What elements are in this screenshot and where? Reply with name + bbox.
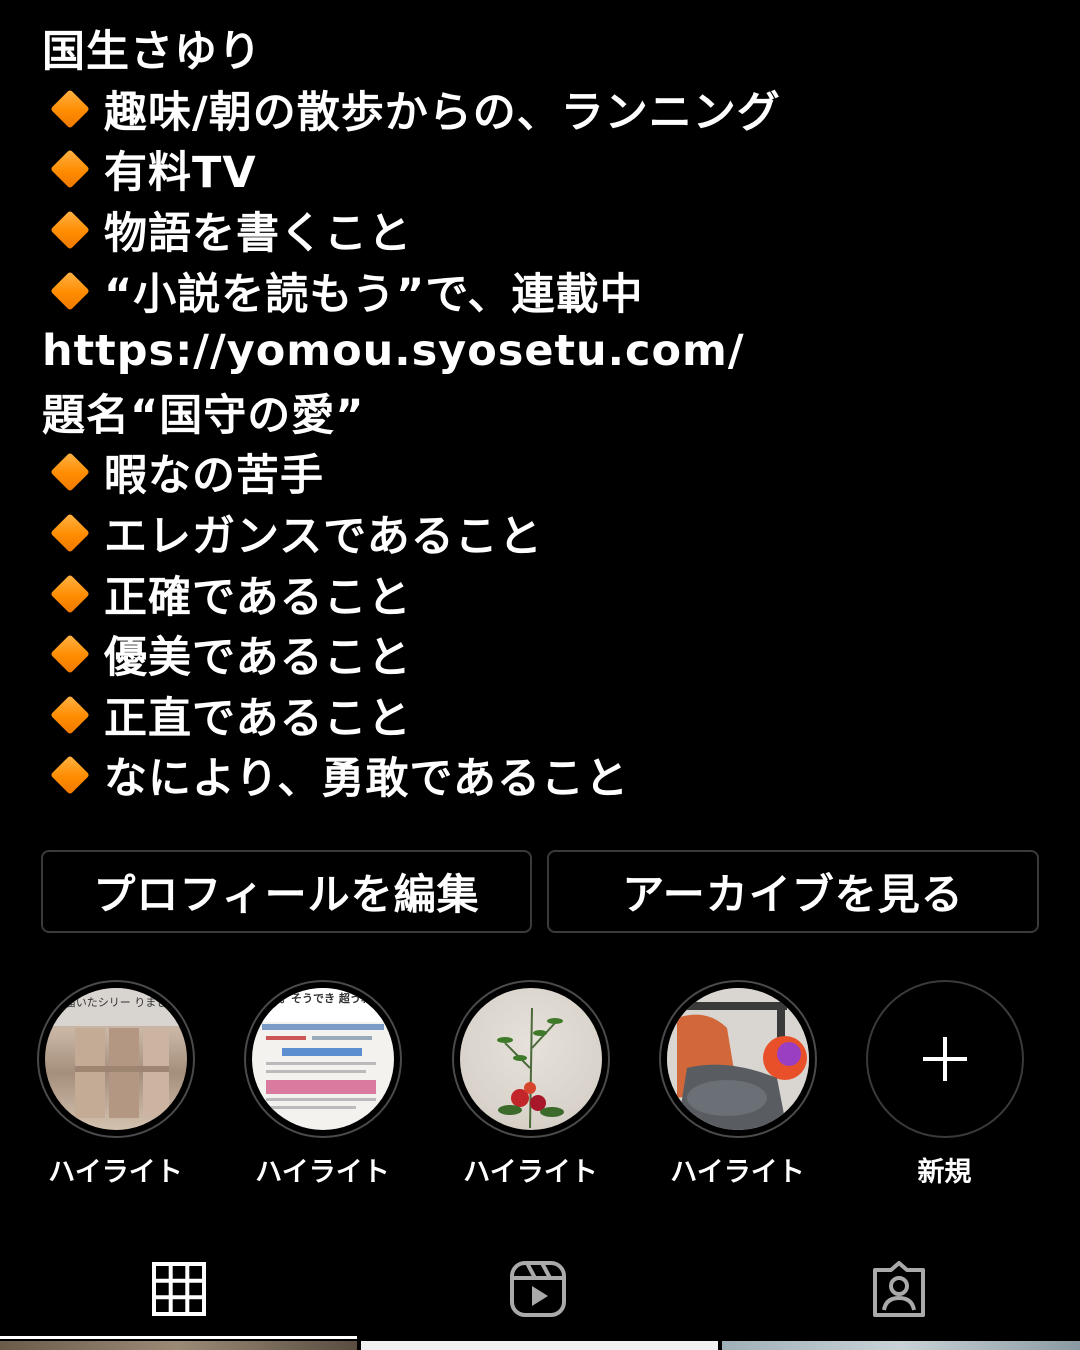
highlight-thumbnail-art <box>666 988 809 1130</box>
highlight-thumbnail-art <box>496 1007 564 1129</box>
bio-line-text: 暇なの苦手 <box>104 451 324 502</box>
highlight-ring: す。そうでき 超うれしい <box>243 980 402 1138</box>
highlight-label: ハイライト <box>255 1157 390 1188</box>
orange-diamond-icon <box>50 695 90 735</box>
bio-line: 有料TV <box>42 139 1042 200</box>
highlight-thumbnail-art: す。そうでき 超うれしい <box>251 988 394 1109</box>
bio-line-text: 物語を書くこと <box>104 209 412 260</box>
orange-diamond-icon <box>50 210 90 250</box>
bio-line-text: 有料TV <box>104 148 257 199</box>
tab-reels[interactable] <box>503 1254 573 1324</box>
orange-diamond-icon <box>50 755 90 796</box>
view-archive-button[interactable]: アーカイブを見る <box>547 850 1039 933</box>
highlight-thumb-caption: は届いたシリー りました <box>53 996 178 1009</box>
orange-diamond-icon <box>50 149 90 190</box>
tagged-person-icon <box>873 1261 925 1317</box>
bio-line-text: 題名“国守の愛” <box>42 390 365 441</box>
bio-line-text: 趣味/朝の散歩からの、ランニング <box>104 87 781 138</box>
highlight-item[interactable]: ハイライト <box>448 980 613 1189</box>
profile-bio: 国生さゆり 趣味/朝の散歩からの、ランニング 有料TV 物語を書くこと “小説を… <box>42 18 1042 806</box>
bio-link-line[interactable]: https://yomou.syosetu.com/ <box>42 321 1042 382</box>
highlight-label: ハイライト <box>48 1157 183 1188</box>
grid-post-thumbnail[interactable] <box>361 1341 718 1350</box>
bio-line: エレガンスであること <box>42 503 1042 564</box>
bio-line-text: なにより、勇敢であること <box>104 754 629 805</box>
highlight-thumbnail: す。そうでき 超うれしい <box>251 988 394 1130</box>
bio-line-text: “小説を読もう”で、連載中 <box>104 269 644 320</box>
bio-line: 優美であること <box>42 624 1042 685</box>
profile-name-text: 国生さゆり <box>42 27 262 78</box>
highlight-ring <box>658 980 817 1138</box>
highlight-label: ハイライト <box>463 1157 598 1188</box>
highlight-item[interactable]: ハイライト <box>655 980 820 1189</box>
highlight-thumb-caption: す。そうでき 超うれしい <box>270 991 394 1005</box>
bio-link[interactable]: https://yomou.syosetu.com/ <box>42 326 745 376</box>
bio-line: 趣味/朝の散歩からの、ランニング <box>42 79 1042 140</box>
bio-line: 題名“国守の愛” <box>42 382 1042 443</box>
active-tab-indicator <box>0 1336 357 1339</box>
bio-line: 暇なの苦手 <box>42 442 1042 503</box>
profile-tabs <box>0 1240 1080 1340</box>
highlight-ring: は届いたシリー りました <box>36 980 195 1138</box>
orange-diamond-icon <box>50 513 90 553</box>
orange-diamond-icon <box>50 452 90 493</box>
orange-diamond-icon <box>50 573 90 614</box>
highlight-thumbnail-art: は届いたシリー りました <box>44 988 187 1118</box>
highlight-thumbnail <box>459 988 602 1130</box>
bio-line: 正直であること <box>42 685 1042 746</box>
bio-line-text: エレガンスであること <box>104 512 543 563</box>
bio-line: なにより、勇敢であること <box>42 745 1042 806</box>
orange-diamond-icon <box>50 89 90 129</box>
tab-tagged[interactable] <box>864 1254 934 1324</box>
new-highlight-button[interactable]: 新規 <box>862 980 1027 1189</box>
new-highlight-ring <box>865 980 1024 1138</box>
orange-diamond-icon <box>50 270 90 311</box>
bio-line: “小説を読もう”で、連載中 <box>42 260 1042 321</box>
highlight-item[interactable]: す。そうでき 超うれしい ハイライト <box>240 980 405 1189</box>
edit-profile-button[interactable]: プロフィールを編集 <box>41 850 532 933</box>
reels-icon <box>510 1261 566 1317</box>
bio-line-text: 正直であること <box>104 693 412 744</box>
plus-icon <box>922 1037 967 1081</box>
grid-post-thumbnail[interactable] <box>722 1341 1080 1350</box>
grid-post-thumbnail[interactable] <box>0 1341 357 1350</box>
highlight-label: ハイライト <box>670 1157 805 1188</box>
highlight-thumbnail: は届いたシリー りました <box>44 988 187 1130</box>
bio-line: 物語を書くこと <box>42 200 1042 261</box>
bio-line: 正確であること <box>42 563 1042 624</box>
profile-name: 国生さゆり <box>42 18 1042 79</box>
new-highlight-label: 新規 <box>917 1157 972 1188</box>
orange-diamond-icon <box>50 634 90 675</box>
highlight-item[interactable]: は届いたシリー りました ハイライト <box>33 980 198 1189</box>
bio-line-text: 正確であること <box>104 572 412 623</box>
highlight-ring <box>451 980 610 1138</box>
bio-line-text: 優美であること <box>104 633 412 684</box>
highlight-thumbnail <box>666 988 809 1130</box>
tab-posts[interactable] <box>144 1254 214 1324</box>
grid-icon <box>152 1262 206 1316</box>
